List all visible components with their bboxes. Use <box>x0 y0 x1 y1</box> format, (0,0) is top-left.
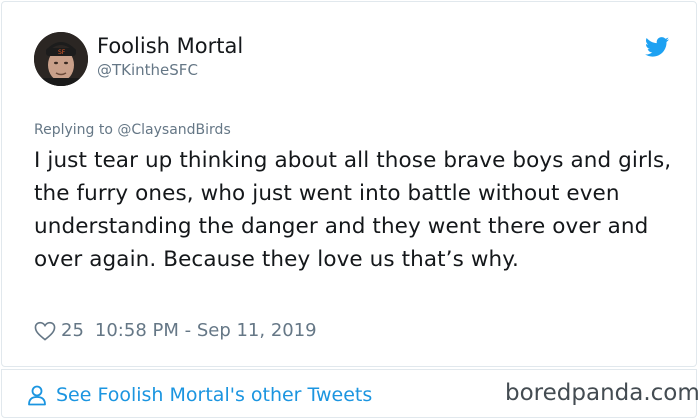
tweet-text: I just tear up thinking about all those … <box>34 148 672 272</box>
like-count[interactable]: 25 <box>61 320 84 341</box>
tweet-card: SF Foolish Mortal @TKintheSFC Replying t… <box>1 1 697 367</box>
twitter-bird-icon[interactable] <box>645 36 669 58</box>
tweet-meta: 25 10:58 PM - Sep 11, 2019 <box>34 320 317 341</box>
person-icon <box>28 385 46 406</box>
svg-text:SF: SF <box>58 49 66 56</box>
see-other-tweets-label: See Foolish Mortal's other Tweets <box>56 384 373 406</box>
author-display-name[interactable]: Foolish Mortal <box>97 34 243 58</box>
reply-mention-link[interactable]: @ClaysandBirds <box>117 122 230 138</box>
boredpanda-watermark: boredpanda.com <box>505 380 700 406</box>
avatar-image: SF <box>34 32 88 86</box>
heart-icon[interactable] <box>34 321 56 341</box>
replying-to-line: Replying to @ClaysandBirds <box>34 122 231 138</box>
avatar[interactable]: SF <box>34 32 88 86</box>
tweet-timestamp[interactable]: 10:58 PM - Sep 11, 2019 <box>95 320 317 341</box>
see-other-tweets-link[interactable]: See Foolish Mortal's other Tweets <box>26 384 372 406</box>
replying-to-label: Replying to <box>34 122 113 138</box>
author-handle[interactable]: @TKintheSFC <box>97 61 198 79</box>
